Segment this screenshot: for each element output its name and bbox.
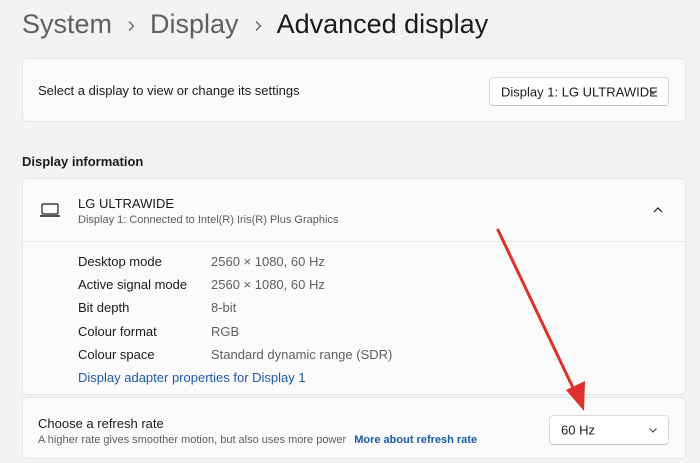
display-subtitle: Display 1: Connected to Intel(R) Iris(R)… <box>78 214 339 226</box>
chevron-right-icon <box>239 6 277 42</box>
display-info-card: LG ULTRAWIDE Display 1: Connected to Int… <box>22 178 686 395</box>
chevron-down-icon <box>649 428 657 433</box>
chevron-up-icon[interactable] <box>651 203 665 217</box>
refresh-rate-title: Choose a refresh rate <box>38 416 164 431</box>
info-label: Active signal mode <box>78 277 188 292</box>
breadcrumb: System Display Advanced display <box>22 6 488 42</box>
info-label: Bit depth <box>78 300 130 315</box>
info-label: Colour format <box>78 324 157 339</box>
chevron-right-icon <box>112 6 150 42</box>
breadcrumb-display[interactable]: Display <box>150 6 239 42</box>
display-name: LG ULTRAWIDE <box>78 196 175 211</box>
section-heading: Display information <box>22 154 144 169</box>
display-info-header[interactable]: LG ULTRAWIDE Display 1: Connected to Int… <box>23 179 685 242</box>
refresh-rate-description: A higher rate gives smoother motion, but… <box>38 434 477 446</box>
info-value: 2560 × 1080, 60 Hz <box>211 277 325 292</box>
display-select-dropdown[interactable]: Display 1: LG ULTRAWIDE <box>489 77 669 106</box>
refresh-rate-dropdown[interactable]: 60 Hz <box>549 415 669 445</box>
refresh-rate-desc-text: A higher rate gives smoother motion, but… <box>38 434 347 446</box>
more-about-refresh-rate-link[interactable]: More about refresh rate <box>354 434 477 446</box>
info-value: 8-bit <box>211 300 237 315</box>
page-title: Advanced display <box>276 9 489 39</box>
chevron-down-icon <box>649 89 657 95</box>
info-value: Standard dynamic range (SDR) <box>211 347 393 362</box>
laptop-icon <box>40 203 60 217</box>
info-label: Desktop mode <box>78 254 162 269</box>
select-display-card: Select a display to view or change its s… <box>22 58 686 122</box>
display-adapter-properties-link[interactable]: Display adapter properties for Display 1 <box>78 370 306 385</box>
refresh-rate-value: 60 Hz <box>561 422 595 438</box>
breadcrumb-system[interactable]: System <box>22 6 112 42</box>
info-label: Colour space <box>78 347 155 362</box>
refresh-rate-card: Choose a refresh rate A higher rate give… <box>22 397 686 459</box>
info-value: 2560 × 1080, 60 Hz <box>211 254 325 269</box>
info-value: RGB <box>211 324 240 339</box>
display-select-value: Display 1: LG ULTRAWIDE <box>501 84 658 99</box>
select-display-label: Select a display to view or change its s… <box>38 83 300 98</box>
